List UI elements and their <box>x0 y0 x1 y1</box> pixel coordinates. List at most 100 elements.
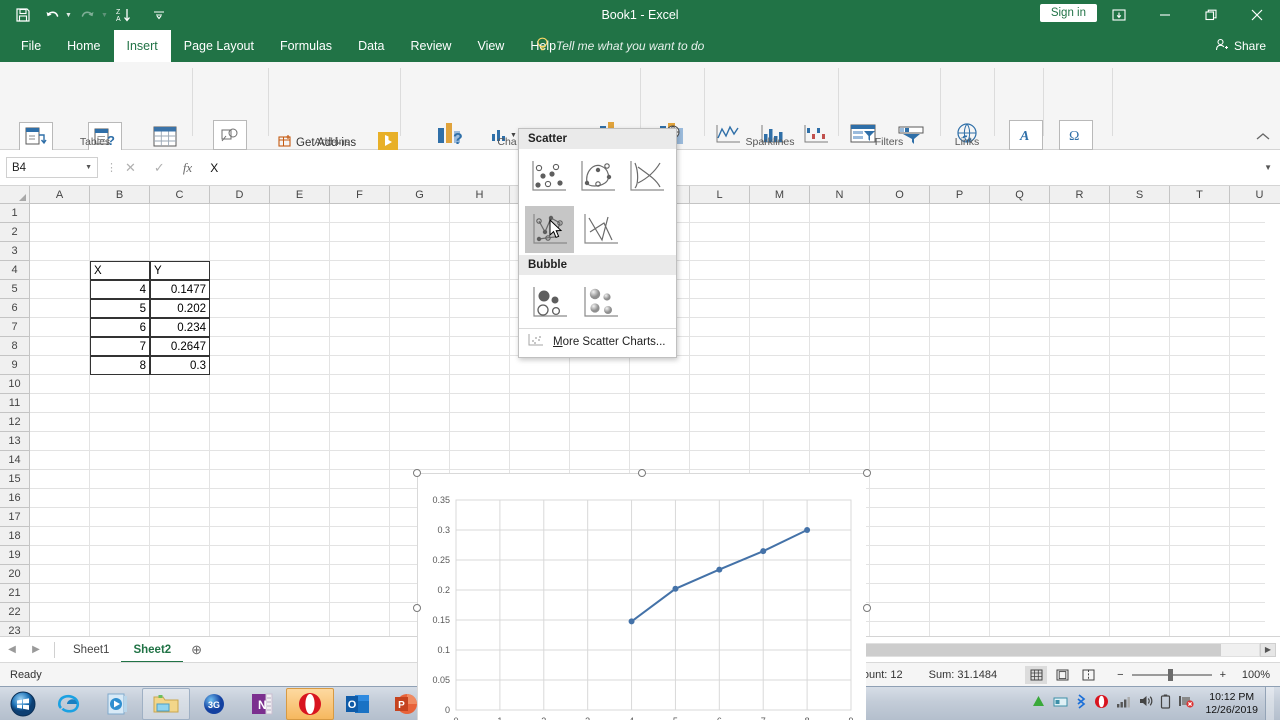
cell-A6[interactable] <box>30 299 90 318</box>
cell-R8[interactable] <box>1050 337 1110 356</box>
tab-data[interactable]: Data <box>345 30 397 62</box>
tab-formulas[interactable]: Formulas <box>267 30 345 62</box>
chart-handle-n[interactable] <box>638 469 646 477</box>
cell-N1[interactable] <box>810 204 870 223</box>
cell-H11[interactable] <box>450 394 510 413</box>
row-header-19[interactable]: 19 <box>0 546 30 565</box>
cell-R4[interactable] <box>1050 261 1110 280</box>
cell-B7[interactable]: 6 <box>90 318 150 337</box>
cell-U15[interactable] <box>1230 470 1265 489</box>
tab-view[interactable]: View <box>464 30 517 62</box>
cell-U7[interactable] <box>1230 318 1265 337</box>
cell-S11[interactable] <box>1110 394 1170 413</box>
cell-D16[interactable] <box>210 489 270 508</box>
cell-C22[interactable] <box>150 603 210 622</box>
chart-data-point[interactable] <box>628 618 635 625</box>
cell-P22[interactable] <box>930 603 990 622</box>
cell-R9[interactable] <box>1050 356 1110 375</box>
cell-Q21[interactable] <box>990 584 1050 603</box>
cell-M4[interactable] <box>750 261 810 280</box>
internet-explorer-icon[interactable] <box>46 688 94 720</box>
chart-handle-nw[interactable] <box>413 469 421 477</box>
cell-E12[interactable] <box>270 413 330 432</box>
cell-J13[interactable] <box>570 432 630 451</box>
cell-K9[interactable] <box>630 356 690 375</box>
cell-U23[interactable] <box>1230 622 1265 636</box>
cell-Q7[interactable] <box>990 318 1050 337</box>
hscroll-right-button[interactable]: ▶ <box>1260 642 1276 657</box>
cell-D23[interactable] <box>210 622 270 636</box>
cell-U20[interactable] <box>1230 565 1265 584</box>
cell-P23[interactable] <box>930 622 990 636</box>
cell-T15[interactable] <box>1170 470 1230 489</box>
row-header-2[interactable]: 2 <box>0 223 30 242</box>
cell-T3[interactable] <box>1170 242 1230 261</box>
cell-J10[interactable] <box>570 375 630 394</box>
chart-handle-w[interactable] <box>413 604 421 612</box>
cell-B23[interactable] <box>90 622 150 636</box>
cell-Q6[interactable] <box>990 299 1050 318</box>
cell-A20[interactable] <box>30 565 90 584</box>
cell-T21[interactable] <box>1170 584 1230 603</box>
cell-A21[interactable] <box>30 584 90 603</box>
cell-L1[interactable] <box>690 204 750 223</box>
cell-R5[interactable] <box>1050 280 1110 299</box>
cell-H2[interactable] <box>450 223 510 242</box>
cell-R16[interactable] <box>1050 489 1110 508</box>
cell-D7[interactable] <box>210 318 270 337</box>
cell-D9[interactable] <box>210 356 270 375</box>
cell-S19[interactable] <box>1110 546 1170 565</box>
cell-S13[interactable] <box>1110 432 1170 451</box>
cell-F3[interactable] <box>330 242 390 261</box>
cell-L12[interactable] <box>690 413 750 432</box>
cell-T10[interactable] <box>1170 375 1230 394</box>
cell-A23[interactable] <box>30 622 90 636</box>
cell-D19[interactable] <box>210 546 270 565</box>
cell-Q10[interactable] <box>990 375 1050 394</box>
cell-G14[interactable] <box>390 451 450 470</box>
cell-U22[interactable] <box>1230 603 1265 622</box>
cell-H9[interactable] <box>450 356 510 375</box>
cell-F21[interactable] <box>330 584 390 603</box>
cell-P1[interactable] <box>930 204 990 223</box>
cell-K14[interactable] <box>630 451 690 470</box>
tray-network-error-icon[interactable] <box>1178 694 1195 713</box>
cell-C3[interactable] <box>150 242 210 261</box>
cell-H1[interactable] <box>450 204 510 223</box>
cell-K12[interactable] <box>630 413 690 432</box>
cell-R1[interactable] <box>1050 204 1110 223</box>
column-header-U[interactable]: U <box>1230 186 1280 204</box>
cell-N8[interactable] <box>810 337 870 356</box>
cell-M7[interactable] <box>750 318 810 337</box>
cancel-formula-icon[interactable]: ✕ <box>125 160 136 176</box>
cell-L7[interactable] <box>690 318 750 337</box>
cell-A17[interactable] <box>30 508 90 527</box>
cell-A19[interactable] <box>30 546 90 565</box>
chart-data-point[interactable] <box>672 585 679 592</box>
cell-N11[interactable] <box>810 394 870 413</box>
cell-L9[interactable] <box>690 356 750 375</box>
cell-F17[interactable] <box>330 508 390 527</box>
cell-A22[interactable] <box>30 603 90 622</box>
cell-F18[interactable] <box>330 527 390 546</box>
gallery-item-bubble-3d[interactable] <box>576 279 625 326</box>
cell-E13[interactable] <box>270 432 330 451</box>
cell-A16[interactable] <box>30 489 90 508</box>
row-header-17[interactable]: 17 <box>0 508 30 527</box>
cell-T12[interactable] <box>1170 413 1230 432</box>
cell-O8[interactable] <box>870 337 930 356</box>
cell-B20[interactable] <box>90 565 150 584</box>
row-header-7[interactable]: 7 <box>0 318 30 337</box>
cell-A5[interactable] <box>30 280 90 299</box>
cell-N9[interactable] <box>810 356 870 375</box>
cell-P21[interactable] <box>930 584 990 603</box>
column-header-F[interactable]: F <box>330 186 390 204</box>
cell-F13[interactable] <box>330 432 390 451</box>
ribbon-display-options-icon[interactable] <box>1096 0 1142 30</box>
cell-J11[interactable] <box>570 394 630 413</box>
cell-R7[interactable] <box>1050 318 1110 337</box>
cell-D1[interactable] <box>210 204 270 223</box>
cell-U21[interactable] <box>1230 584 1265 603</box>
opera-icon[interactable] <box>286 687 334 720</box>
close-button[interactable] <box>1234 0 1280 30</box>
